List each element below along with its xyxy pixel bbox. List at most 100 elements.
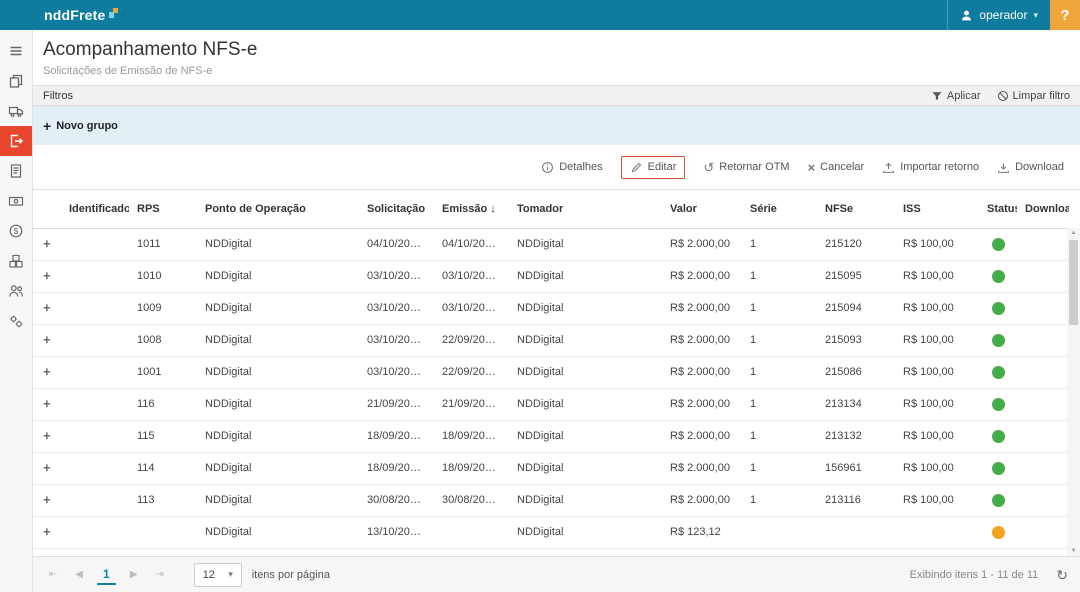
table-row[interactable]: + 1010 NDDigital 03/10/2017 13:... 03/10… bbox=[33, 260, 1069, 293]
cell-status bbox=[979, 388, 1017, 421]
column-header-solicitacao[interactable]: Solicitação bbox=[359, 190, 434, 229]
expand-row-icon[interactable]: + bbox=[43, 236, 51, 251]
filters-panel-header[interactable]: Filtros Aplicar Limpar filtro bbox=[33, 85, 1080, 106]
cell-ponto-operacao: NDDigital bbox=[197, 452, 359, 485]
status-dot bbox=[991, 397, 1005, 411]
details-button[interactable]: Detalhes bbox=[541, 161, 603, 174]
table-row[interactable]: + 1001 NDDigital 03/10/2017 13:... 22/09… bbox=[33, 356, 1069, 389]
table-row[interactable]: + 1009 NDDigital 03/10/2017 13:... 03/10… bbox=[33, 292, 1069, 325]
prev-page-button[interactable]: ◀ bbox=[71, 569, 87, 580]
sidebar-toggle[interactable] bbox=[0, 36, 32, 66]
sidebar-item-settings[interactable] bbox=[0, 306, 32, 336]
details-label: Detalhes bbox=[559, 161, 603, 173]
expand-row-icon[interactable]: + bbox=[43, 268, 51, 283]
column-header-valor[interactable]: Valor bbox=[662, 190, 742, 229]
table-row[interactable]: + 115 NDDigital 18/09/2017 10:... 18/09/… bbox=[33, 420, 1069, 453]
expand-row-icon[interactable]: + bbox=[43, 300, 51, 315]
cell-download bbox=[1017, 356, 1069, 389]
table-row[interactable]: + 1008 NDDigital 03/10/2017 13:... 22/09… bbox=[33, 324, 1069, 357]
table-row[interactable]: + 114 NDDigital 18/09/2017 09:... 18/09/… bbox=[33, 452, 1069, 485]
status-dot bbox=[991, 333, 1005, 347]
table-row[interactable]: + 116 NDDigital 21/09/2017 16:... 21/09/… bbox=[33, 388, 1069, 421]
help-button[interactable]: ? bbox=[1050, 0, 1080, 30]
cell-download bbox=[1017, 324, 1069, 357]
column-header-iss[interactable]: ISS bbox=[895, 190, 979, 229]
cell-nfse: 213132 bbox=[817, 420, 895, 453]
column-header-expand[interactable] bbox=[33, 190, 61, 229]
status-dot bbox=[991, 301, 1005, 315]
status-dot bbox=[991, 429, 1005, 443]
column-header-emissao[interactable]: Emissão ↓ bbox=[434, 190, 509, 229]
sidebar-item-billing[interactable] bbox=[0, 186, 32, 216]
column-label: Tomador bbox=[517, 202, 564, 215]
cell-download bbox=[1017, 452, 1069, 485]
import-return-button[interactable]: Importar retorno bbox=[882, 161, 979, 174]
apply-filter-button[interactable]: Aplicar bbox=[931, 90, 981, 102]
expand-row-icon[interactable]: + bbox=[43, 492, 51, 507]
download-button[interactable]: Download bbox=[997, 161, 1064, 174]
table-row[interactable]: + NDDigital 13/10/2017 08:... NDDigital … bbox=[33, 516, 1069, 549]
last-page-button[interactable]: ⇥ bbox=[152, 569, 168, 580]
cell-iss: R$ 100,00 bbox=[895, 452, 979, 485]
sidebar-item-packages[interactable] bbox=[0, 246, 32, 276]
expand-row-icon[interactable]: + bbox=[43, 524, 51, 539]
sidebar-item-copies[interactable] bbox=[0, 66, 32, 96]
cell-download bbox=[1017, 292, 1069, 325]
cell-solicitacao: 30/08/2017 14:... bbox=[359, 484, 434, 517]
column-header-identificador[interactable]: Identificador bbox=[61, 190, 129, 229]
edit-button[interactable]: Editar bbox=[620, 155, 686, 179]
cell-iss: R$ 100,00 bbox=[895, 324, 979, 357]
user-menu[interactable]: operador ▾ bbox=[947, 0, 1050, 30]
column-label: Status bbox=[987, 202, 1017, 215]
cell-ponto-operacao: NDDigital bbox=[197, 420, 359, 453]
column-header-nfse[interactable]: NFSe bbox=[817, 190, 895, 229]
vertical-scrollbar[interactable]: ▲ ▼ bbox=[1067, 228, 1080, 556]
column-header-tomador[interactable]: Tomador bbox=[509, 190, 662, 229]
expand-row-icon[interactable]: + bbox=[43, 332, 51, 347]
page-size-select[interactable]: 12 ▾ bbox=[193, 562, 242, 587]
return-otm-button[interactable]: ↺ Retornar OTM bbox=[703, 161, 789, 174]
menu-icon bbox=[10, 46, 22, 56]
refresh-icon[interactable]: ↻ bbox=[1056, 568, 1068, 582]
column-header-rps[interactable]: RPS bbox=[129, 190, 197, 229]
column-header-ponto-operacao[interactable]: Ponto de Operação bbox=[197, 190, 359, 229]
sidebar-item-freight[interactable] bbox=[0, 96, 32, 126]
expand-row-icon[interactable]: + bbox=[43, 364, 51, 379]
cell-emissao: 21/09/2017 16:... bbox=[434, 388, 509, 421]
column-header-status[interactable]: Status bbox=[979, 190, 1017, 229]
clear-filter-label: Limpar filtro bbox=[1012, 89, 1070, 102]
currency-sync-icon: $ bbox=[9, 224, 23, 238]
column-header-serie[interactable]: Série bbox=[742, 190, 817, 229]
cell-tomador: NDDigital bbox=[509, 484, 662, 517]
column-header-download[interactable]: Download bbox=[1017, 190, 1069, 229]
cancel-button[interactable]: × Cancelar bbox=[808, 161, 865, 174]
cell-identificador bbox=[61, 420, 129, 453]
sidebar-item-users[interactable] bbox=[0, 276, 32, 306]
sidebar-item-documents[interactable] bbox=[0, 156, 32, 186]
expand-row-icon[interactable]: + bbox=[43, 460, 51, 475]
sidebar-item-nfse-active[interactable] bbox=[0, 126, 32, 156]
plus-icon: + bbox=[43, 117, 52, 134]
scroll-down-icon[interactable]: ▼ bbox=[1071, 546, 1077, 556]
table-row[interactable]: + 1011 NDDigital 04/10/2017 17:... 04/10… bbox=[33, 228, 1069, 261]
cell-valor: R$ 2.000,00 bbox=[662, 356, 742, 389]
cell-status bbox=[979, 228, 1017, 261]
cell-ponto-operacao: NDDigital bbox=[197, 292, 359, 325]
sidebar-item-finance[interactable]: $ bbox=[0, 216, 32, 246]
next-page-button[interactable]: ▶ bbox=[126, 569, 142, 580]
expand-row-icon[interactable]: + bbox=[43, 396, 51, 411]
expand-row-icon[interactable]: + bbox=[43, 428, 51, 443]
cell-status bbox=[979, 292, 1017, 325]
new-group-button[interactable]: + Novo grupo bbox=[43, 119, 118, 133]
expand-cell: + bbox=[33, 516, 61, 549]
cell-rps: 1011 bbox=[129, 228, 197, 261]
first-page-button[interactable]: ⇤ bbox=[45, 569, 61, 580]
table-row[interactable]: + 113 NDDigital 30/08/2017 14:... 30/08/… bbox=[33, 484, 1069, 517]
scrollbar-thumb[interactable] bbox=[1069, 240, 1078, 325]
clear-filter-button[interactable]: Limpar filtro bbox=[997, 90, 1070, 102]
scroll-up-icon[interactable]: ▲ bbox=[1071, 228, 1077, 238]
edit-label: Editar bbox=[647, 161, 677, 173]
cell-solicitacao: 03/10/2017 13:... bbox=[359, 356, 434, 389]
current-page[interactable]: 1 bbox=[97, 564, 116, 585]
filters-actions: Aplicar Limpar filtro bbox=[931, 90, 1070, 102]
